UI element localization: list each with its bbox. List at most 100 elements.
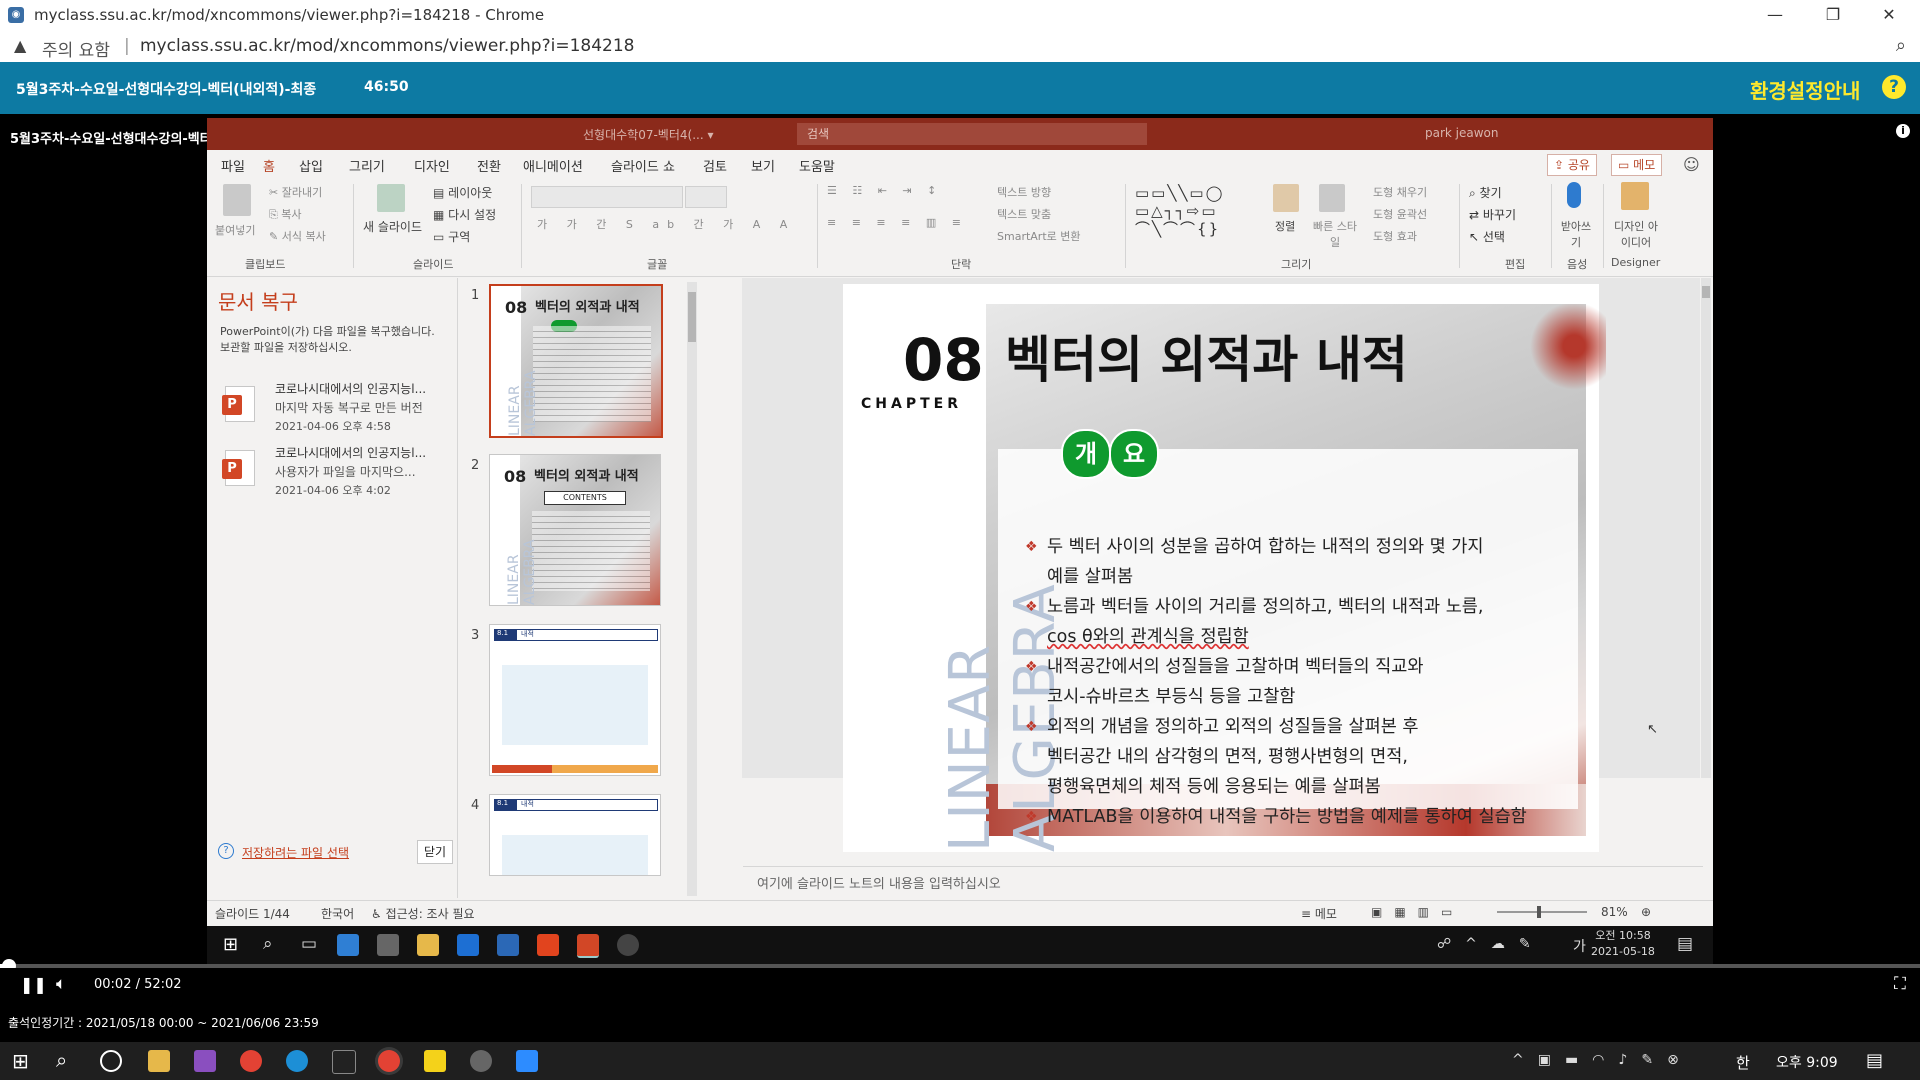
menu-help[interactable]: 도움말: [799, 156, 835, 175]
settings-icon[interactable]: [470, 1050, 492, 1072]
align-text-button[interactable]: 텍스트 맞춤: [997, 206, 1051, 222]
paste-label[interactable]: 붙여넣기: [215, 222, 255, 238]
menu-design[interactable]: 디자인: [414, 156, 450, 175]
notes-pane[interactable]: 여기에 슬라이드 노트의 내용을 입력하십시오: [743, 866, 1703, 897]
shapes-gallery[interactable]: ▭▭╲╲▭◯ ▭△┐┐⇨▭ ⌒╲⌒⌒{}: [1135, 184, 1259, 238]
language-indicator[interactable]: 한국어: [321, 905, 354, 922]
close-icon[interactable]: ✕: [1866, 0, 1912, 30]
microphone-icon[interactable]: [1567, 182, 1581, 208]
edge-icon[interactable]: [286, 1050, 308, 1072]
chrome-active-icon[interactable]: [378, 1050, 400, 1072]
visual-studio-icon[interactable]: [194, 1050, 216, 1072]
designer-icon[interactable]: [1621, 182, 1649, 210]
menu-review[interactable]: 검토: [703, 156, 727, 175]
slide-thumbnail-1[interactable]: 08 벡터의 외적과 내적 LINEAR ALGEBRA: [489, 284, 663, 438]
restore-icon[interactable]: ❐: [1810, 0, 1856, 30]
notes-placeholder[interactable]: 여기에 슬라이드 노트의 내용을 입력하십시오: [757, 873, 1001, 892]
select-button[interactable]: ↖ 선택: [1469, 228, 1505, 245]
format-painter-button[interactable]: ✎ 서식 복사: [269, 228, 326, 244]
menu-animations[interactable]: 애니메이션: [523, 156, 583, 175]
scroll-thumb[interactable]: [688, 292, 696, 342]
view-buttons[interactable]: ▣▦▥▭: [1371, 905, 1464, 919]
kakaotalk-icon[interactable]: [424, 1050, 446, 1072]
notes-toggle[interactable]: ≡ 메모: [1301, 905, 1337, 922]
menu-file[interactable]: 파일: [221, 156, 245, 175]
font-size-select[interactable]: [685, 186, 727, 208]
zoom-slider[interactable]: [1497, 906, 1587, 918]
quick-styles-label[interactable]: 빠른 스타일: [1309, 218, 1361, 250]
recovery-item[interactable]: P 코로나시대에서의 인공지능l... 사용자가 파일을 마지막으... 202…: [217, 442, 453, 498]
layout-button[interactable]: ▤ 레이아웃: [433, 184, 492, 201]
menu-draw[interactable]: 그리기: [349, 156, 385, 175]
zoom-slider-handle[interactable]: [1537, 906, 1541, 918]
intellij-icon[interactable]: [332, 1050, 356, 1074]
cortana-icon[interactable]: [100, 1050, 122, 1072]
arrange-label[interactable]: 정렬: [1275, 218, 1295, 234]
save-file-link[interactable]: 저장하려는 파일 선택: [242, 844, 349, 861]
replace-button[interactable]: ⇄ 바꾸기: [1469, 206, 1516, 223]
slide-thumbnail-3[interactable]: 8.1 내적: [489, 624, 661, 776]
shape-outline-button[interactable]: 도형 윤곽선: [1373, 206, 1427, 222]
menu-transitions[interactable]: 전환: [477, 156, 501, 175]
slide-thumbnail-4[interactable]: 8.1 내적: [489, 794, 661, 876]
windows-start-icon[interactable]: ⊞: [12, 1049, 29, 1073]
shape-effects-button[interactable]: 도형 효과: [1373, 228, 1417, 244]
designer-ideas-label[interactable]: 디자인 아이디어: [1611, 218, 1661, 250]
chrome-icon[interactable]: [240, 1050, 262, 1072]
memo-button[interactable]: ▭ 메모: [1611, 154, 1663, 176]
volume-icon[interactable]: 🔈︎: [56, 974, 66, 994]
find-button[interactable]: ⌕ 찾기: [1469, 184, 1502, 201]
smartart-button[interactable]: SmartArt로 변환: [997, 228, 1081, 244]
menu-slideshow[interactable]: 슬라이드 쇼: [611, 156, 675, 175]
pause-icon[interactable]: ❚❚: [20, 975, 47, 994]
zoom-level[interactable]: 81%: [1601, 905, 1628, 919]
security-warning[interactable]: 주의 요함: [42, 36, 110, 61]
font-format-buttons[interactable]: 가 가 간 S ab 간 가 A A: [537, 216, 795, 232]
fit-slide-icon[interactable]: ⊕: [1641, 905, 1651, 919]
font-name-select[interactable]: [531, 186, 683, 208]
new-slide-icon[interactable]: [377, 184, 405, 212]
taskbar-clock[interactable]: 오후 9:09: [1776, 1052, 1838, 1072]
quick-styles-icon[interactable]: [1319, 184, 1345, 212]
env-settings-link[interactable]: 환경설정안내: [1750, 75, 1860, 104]
smiley-icon[interactable]: ☺: [1683, 155, 1700, 174]
slide-scrollbar[interactable]: [1701, 278, 1711, 778]
text-direction-button[interactable]: 텍스트 방향: [997, 184, 1051, 200]
search-icon[interactable]: ⌕: [56, 1048, 67, 1072]
dictate-label[interactable]: 받아쓰기: [1559, 218, 1593, 250]
system-tray-icons[interactable]: ^▣▬◠♪✎⊗: [1512, 1052, 1693, 1068]
file-explorer-icon[interactable]: [148, 1050, 170, 1072]
list-buttons[interactable]: ☰ ☷ ⇤ ⇥ ↕: [827, 184, 942, 197]
warning-icon[interactable]: ▲: [14, 36, 26, 55]
arrange-icon[interactable]: [1273, 184, 1299, 212]
ppt-user-name[interactable]: park jeawon: [1425, 126, 1499, 140]
info-icon[interactable]: i: [1896, 124, 1910, 138]
align-buttons[interactable]: ≡ ≡ ≡ ≡ ▥ ≡: [827, 216, 967, 229]
action-center-icon[interactable]: ▤: [1866, 1050, 1883, 1071]
url-field[interactable]: myclass.ssu.ac.kr/mod/xncommons/viewer.p…: [140, 36, 634, 56]
copy-button[interactable]: ⎘ 복사: [269, 206, 302, 222]
paste-icon[interactable]: [223, 184, 251, 216]
current-slide[interactable]: 08 CHAPTER 벡터의 외적과 내적 LINEAR ALGEBRA 개 요…: [843, 284, 1606, 852]
reset-button[interactable]: ▦ 다시 설정: [433, 206, 496, 223]
cut-button[interactable]: ✂ 잘라내기: [269, 184, 322, 200]
ppt-document-name[interactable]: 선형대수학07-벡터4(... ▾: [583, 126, 713, 143]
fullscreen-icon[interactable]: ⛶: [1894, 974, 1906, 994]
ime-indicator[interactable]: 한: [1736, 1052, 1750, 1073]
section-button[interactable]: ▭ 구역: [433, 228, 470, 245]
share-button[interactable]: ⇪ 공유: [1547, 154, 1597, 176]
help-icon[interactable]: ?: [1882, 75, 1906, 99]
zoom-app-icon[interactable]: [516, 1050, 538, 1072]
thumbs-scrollbar[interactable]: [687, 282, 697, 896]
new-slide-label[interactable]: 새 슬라이드: [363, 218, 422, 235]
accessibility-button[interactable]: ♿ 접근성: 조사 필요: [371, 905, 475, 922]
menu-view[interactable]: 보기: [751, 156, 775, 175]
recovery-close-button[interactable]: 닫기: [417, 840, 453, 864]
slide-thumbnail-2[interactable]: 08 벡터의 외적과 내적 CONTENTS LINEAR ALGEBRA: [489, 454, 661, 606]
menu-insert[interactable]: 삽입: [299, 156, 323, 175]
recovery-item[interactable]: P 코로나시대에서의 인공지능l... 마지막 자동 복구로 만든 버전 202…: [217, 378, 453, 434]
zoom-magnifier-icon[interactable]: ⌕: [1896, 35, 1906, 56]
minimize-icon[interactable]: —: [1752, 0, 1798, 30]
scroll-thumb[interactable]: [1702, 286, 1710, 298]
shape-fill-button[interactable]: 도형 채우기: [1373, 184, 1427, 200]
